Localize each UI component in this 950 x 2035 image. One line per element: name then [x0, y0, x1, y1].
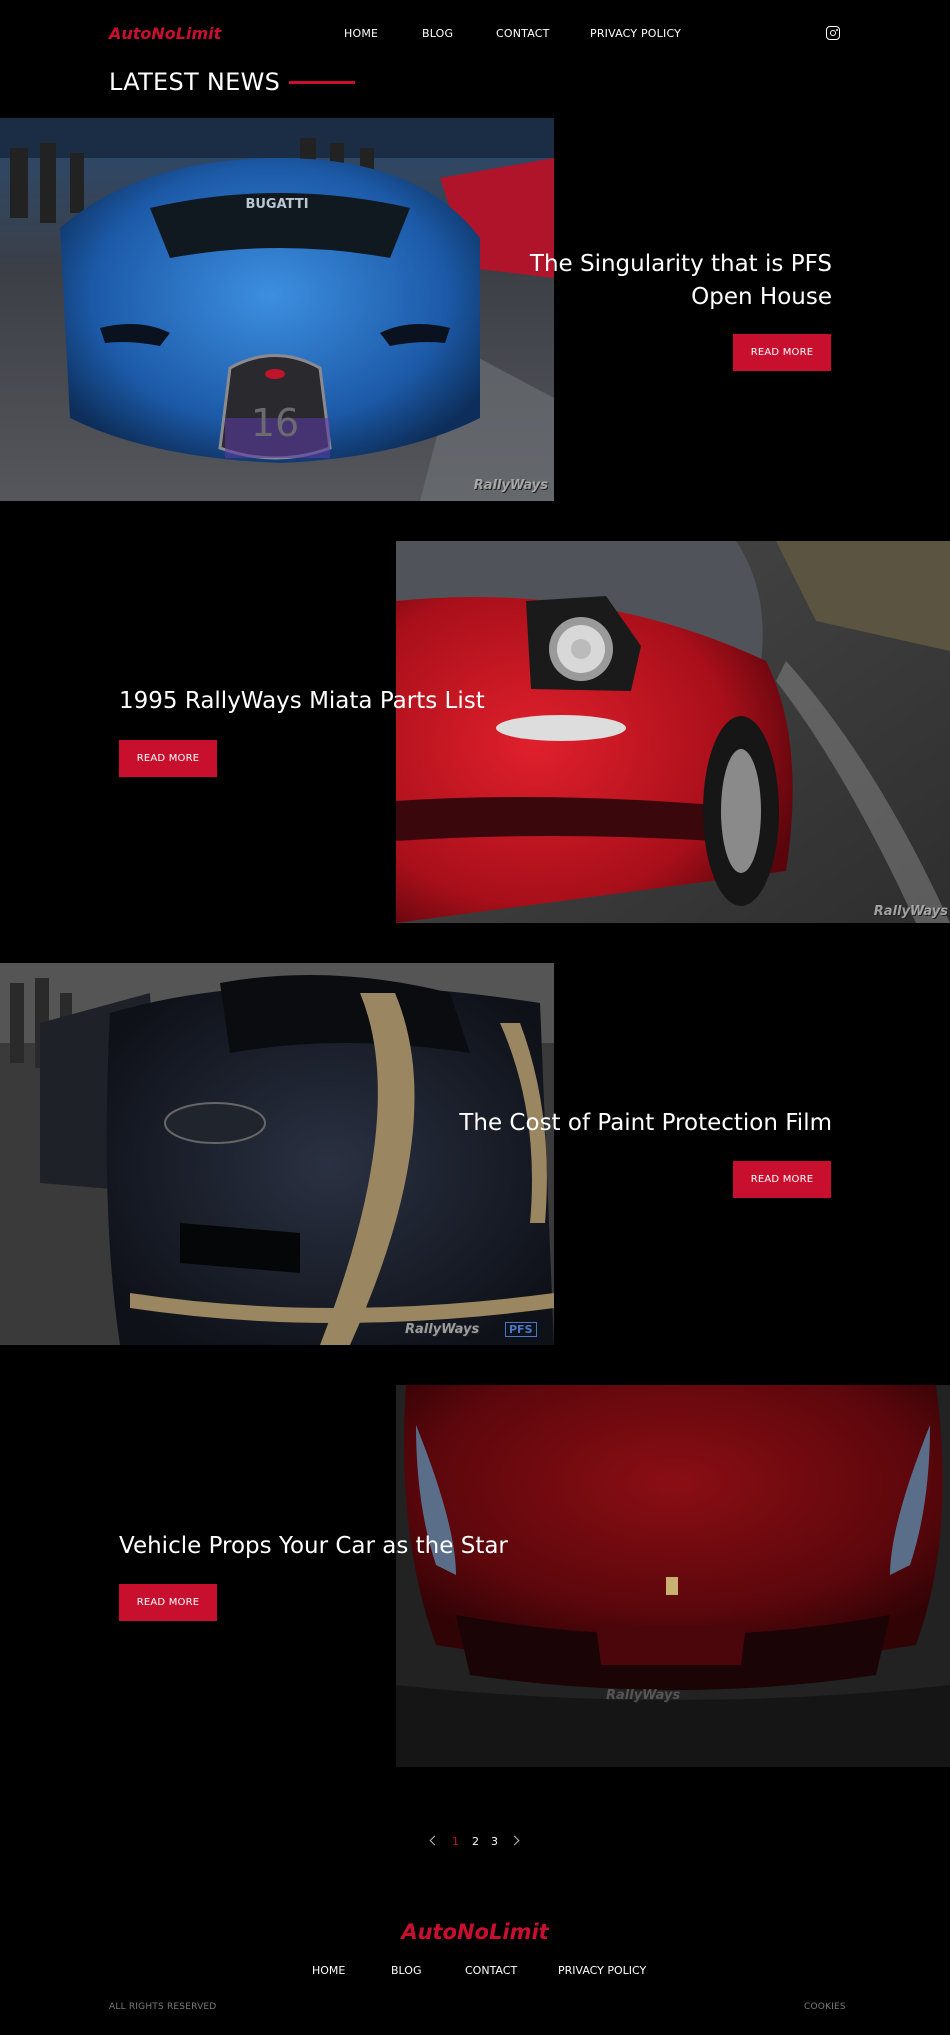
footer-nav-privacy-policy[interactable]: PRIVACY POLICY [558, 1964, 646, 1977]
article-3-title[interactable]: The Cost of Paint Protection Film [440, 1107, 832, 1140]
instagram-icon[interactable] [826, 26, 840, 40]
footer-nav-blog[interactable]: BLOG [391, 1964, 421, 1977]
article-3-read-more-button[interactable]: READ MORE [733, 1161, 831, 1198]
article-2-title[interactable]: 1995 RallyWays Miata Parts List [119, 685, 499, 718]
article-2-image[interactable]: RallyWays [396, 541, 950, 923]
watermark: RallyWays [606, 1688, 681, 1703]
article-1-read-more-button[interactable]: READ MORE [733, 334, 831, 371]
article-3-image[interactable]: RallyWays PFS [0, 963, 554, 1345]
watermark: RallyWays [873, 904, 948, 919]
footer-logo[interactable]: AutoNoLimit [0, 1920, 950, 1944]
section-title: LATEST NEWS [109, 68, 281, 96]
watermark: RallyWays [473, 478, 548, 493]
footer-nav-home[interactable]: HOME [312, 1964, 345, 1977]
footer-nav-contact[interactable]: CONTACT [465, 1964, 517, 1977]
nav-privacy-policy[interactable]: PRIVACY POLICY [590, 27, 681, 40]
nav-home[interactable]: HOME [344, 27, 378, 40]
nav-contact[interactable]: CONTACT [496, 27, 550, 40]
pfs-badge: PFS [505, 1322, 537, 1337]
page-2[interactable]: 2 [472, 1835, 479, 1848]
article-2-read-more-button[interactable]: READ MORE [119, 740, 217, 777]
site-logo[interactable]: AutoNoLimit [109, 24, 221, 43]
article-4-image[interactable]: RallyWays [396, 1385, 950, 1767]
svg-text:16: 16 [251, 401, 299, 445]
article-1-title[interactable]: The Singularity that is PFS Open House [470, 248, 832, 314]
title-underline [289, 81, 355, 84]
page-1[interactable]: 1 [452, 1835, 459, 1848]
chevron-left-icon[interactable] [429, 1835, 440, 1846]
rights-text: ALL RIGHTS RESERVED [109, 2002, 217, 2012]
page-3[interactable]: 3 [491, 1835, 498, 1848]
article-4-read-more-button[interactable]: READ MORE [119, 1584, 217, 1621]
article-4-title[interactable]: Vehicle Props Your Car as the Star [119, 1530, 519, 1563]
cookies-link[interactable]: COOKIES [804, 2002, 846, 2012]
watermark: RallyWays [405, 1322, 480, 1337]
svg-text:BUGATTI: BUGATTI [245, 197, 308, 212]
nav-blog[interactable]: BLOG [422, 27, 453, 40]
chevron-right-icon[interactable] [509, 1835, 520, 1846]
